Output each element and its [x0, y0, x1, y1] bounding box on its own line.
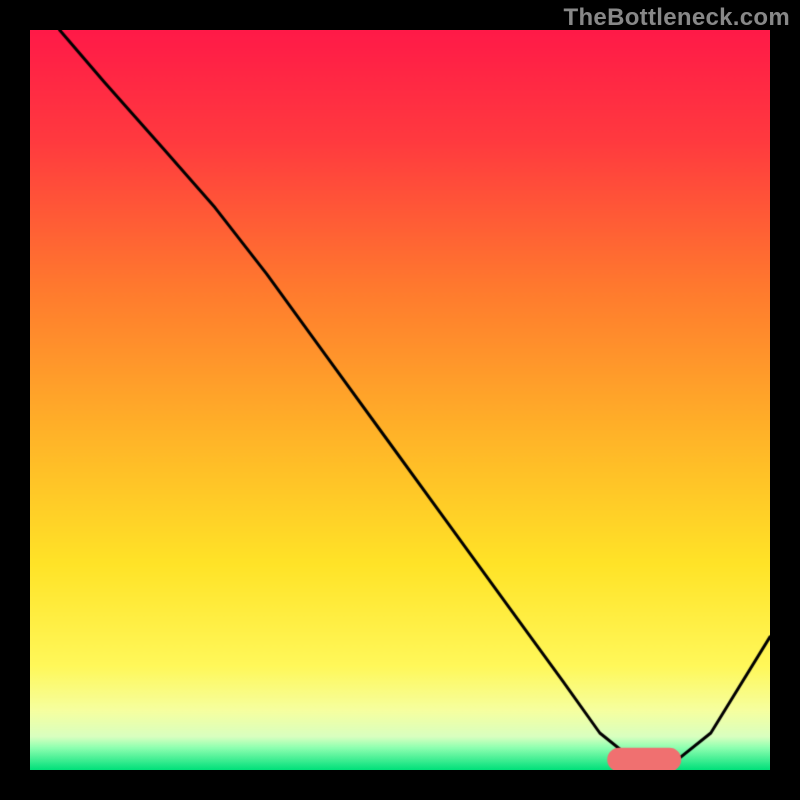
chart-frame: [30, 30, 770, 770]
watermark-text: TheBottleneck.com: [564, 4, 790, 32]
bottleneck-chart-canvas: [30, 30, 770, 770]
